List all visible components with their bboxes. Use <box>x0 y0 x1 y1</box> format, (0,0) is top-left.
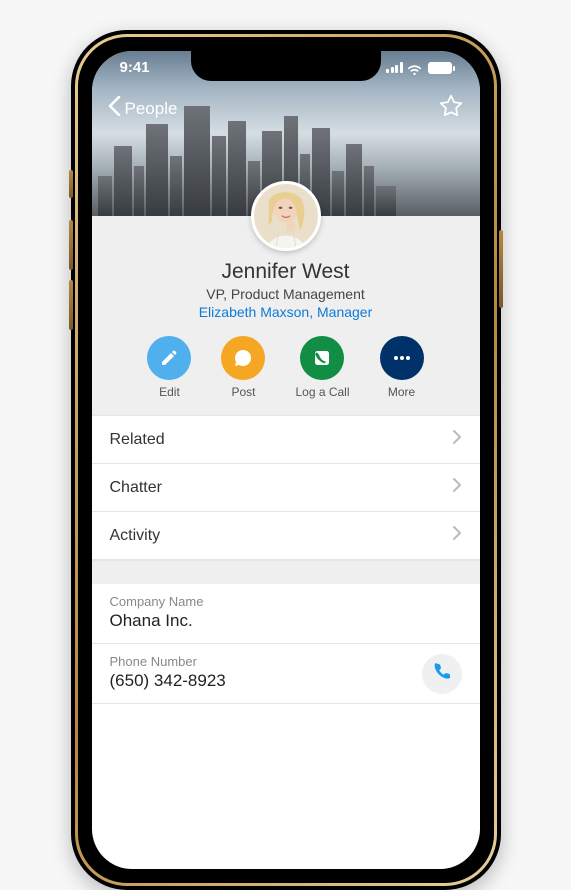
screen: 9:41 <box>92 51 480 869</box>
favorite-button[interactable] <box>438 93 464 124</box>
signal-icon <box>386 62 403 73</box>
call-button[interactable] <box>422 654 462 694</box>
section-list: Related Chatter Activity <box>92 415 480 560</box>
company-label: Company Name <box>110 594 462 609</box>
phone-field: Phone Number (650) 342-8923 <box>92 644 480 704</box>
back-label: People <box>125 99 178 119</box>
status-time: 9:41 <box>120 59 150 76</box>
phone-log-icon <box>300 336 344 380</box>
avatar[interactable] <box>251 181 321 251</box>
more-button[interactable]: More <box>380 336 424 399</box>
edit-label: Edit <box>159 385 180 399</box>
phone-frame: 9:41 <box>71 30 501 890</box>
edit-button[interactable]: Edit <box>147 336 191 399</box>
battery-icon <box>428 62 452 74</box>
back-button[interactable]: People <box>108 96 178 121</box>
activity-row[interactable]: Activity <box>92 512 480 560</box>
wifi-icon <box>407 62 422 73</box>
chat-icon <box>221 336 265 380</box>
phone-value[interactable]: (650) 342-8923 <box>110 671 462 691</box>
post-label: Post <box>231 385 255 399</box>
phone-icon <box>432 661 452 686</box>
silence-switch[interactable] <box>69 170 73 198</box>
power-button[interactable] <box>499 230 503 308</box>
chatter-label: Chatter <box>110 479 162 497</box>
volume-down-button[interactable] <box>69 280 73 330</box>
company-value: Ohana Inc. <box>110 611 462 631</box>
activity-label: Activity <box>110 527 161 545</box>
section-gap <box>92 560 480 584</box>
more-icon <box>380 336 424 380</box>
chatter-row[interactable]: Chatter <box>92 464 480 512</box>
log-call-label: Log a Call <box>295 385 349 399</box>
volume-up-button[interactable] <box>69 220 73 270</box>
more-label: More <box>388 385 415 399</box>
action-row: Edit Post Log a Call <box>104 336 468 399</box>
person-name: Jennifer West <box>104 260 468 284</box>
company-field: Company Name Ohana Inc. <box>92 584 480 644</box>
pencil-icon <box>147 336 191 380</box>
chevron-right-icon <box>453 478 462 497</box>
chevron-right-icon <box>453 526 462 545</box>
chevron-left-icon <box>108 96 121 121</box>
status-bar: 9:41 <box>92 59 480 76</box>
phone-label: Phone Number <box>110 654 462 669</box>
related-row[interactable]: Related <box>92 415 480 464</box>
person-title: VP, Product Management <box>104 286 468 302</box>
post-button[interactable]: Post <box>221 336 265 399</box>
person-manager-link[interactable]: Elizabeth Maxson, Manager <box>104 304 468 320</box>
related-label: Related <box>110 431 165 449</box>
log-call-button[interactable]: Log a Call <box>295 336 349 399</box>
chevron-right-icon <box>453 430 462 449</box>
